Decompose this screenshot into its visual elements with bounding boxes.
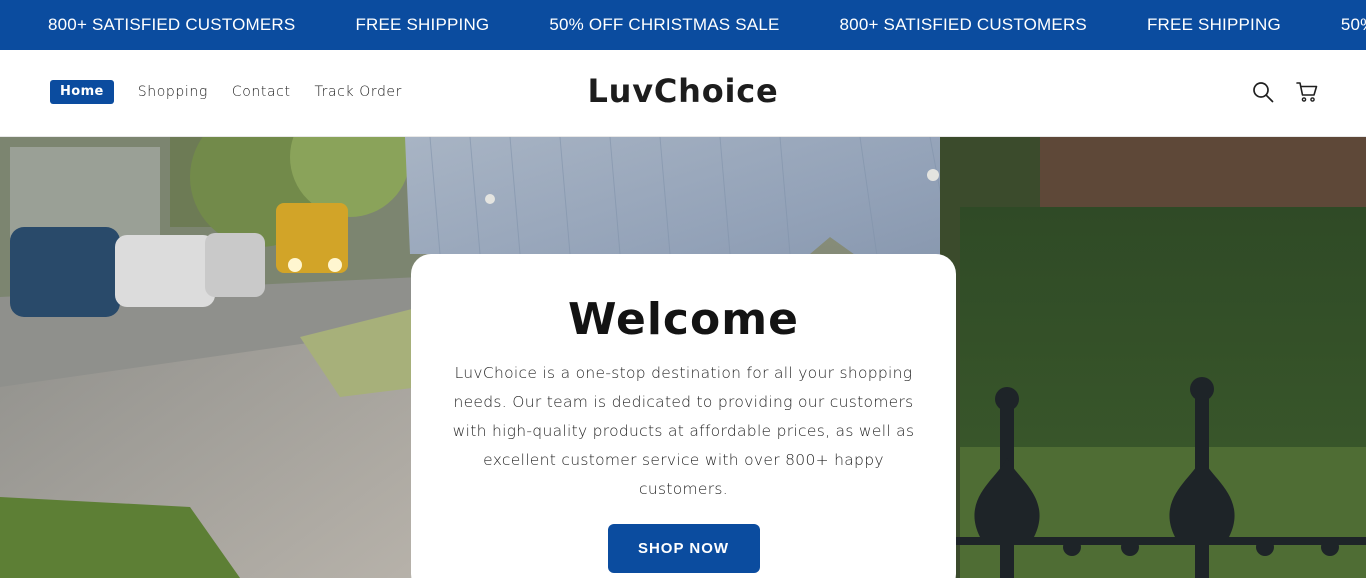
welcome-description: LuvChoice is a one-stop destination for … <box>452 364 915 498</box>
announcement-item: 50% OFF CHRISTMAS SALE <box>549 15 780 34</box>
announcement-bar: 800+ SATISFIED CUSTOMERS FREE SHIPPING 5… <box>0 0 1366 50</box>
shop-now-button[interactable]: SHOP NOW <box>607 524 760 573</box>
announcement-item: FREE SHIPPING <box>1146 15 1281 34</box>
announcement-item: 800+ SATISFIED CUSTOMERS <box>48 15 296 34</box>
search-icon[interactable] <box>1252 81 1274 103</box>
announcement-item: 50% OFF CHRISTMAS SALE <box>1340 15 1366 34</box>
site-logo[interactable]: LuvChoice <box>0 72 1366 110</box>
welcome-title: Welcome <box>568 294 799 345</box>
announcement-item: FREE SHIPPING <box>355 15 490 34</box>
header-actions <box>1252 81 1318 103</box>
welcome-card: Welcome LuvChoice is a one-stop destinat… <box>411 254 956 578</box>
announcement-track: 800+ SATISFIED CUSTOMERS FREE SHIPPING 5… <box>48 0 1366 50</box>
site-header: Home Shopping Contact Track Order LuvCho… <box>0 50 1366 137</box>
announcement-item: 800+ SATISFIED CUSTOMERS <box>839 15 1087 34</box>
cart-icon[interactable] <box>1296 81 1318 103</box>
